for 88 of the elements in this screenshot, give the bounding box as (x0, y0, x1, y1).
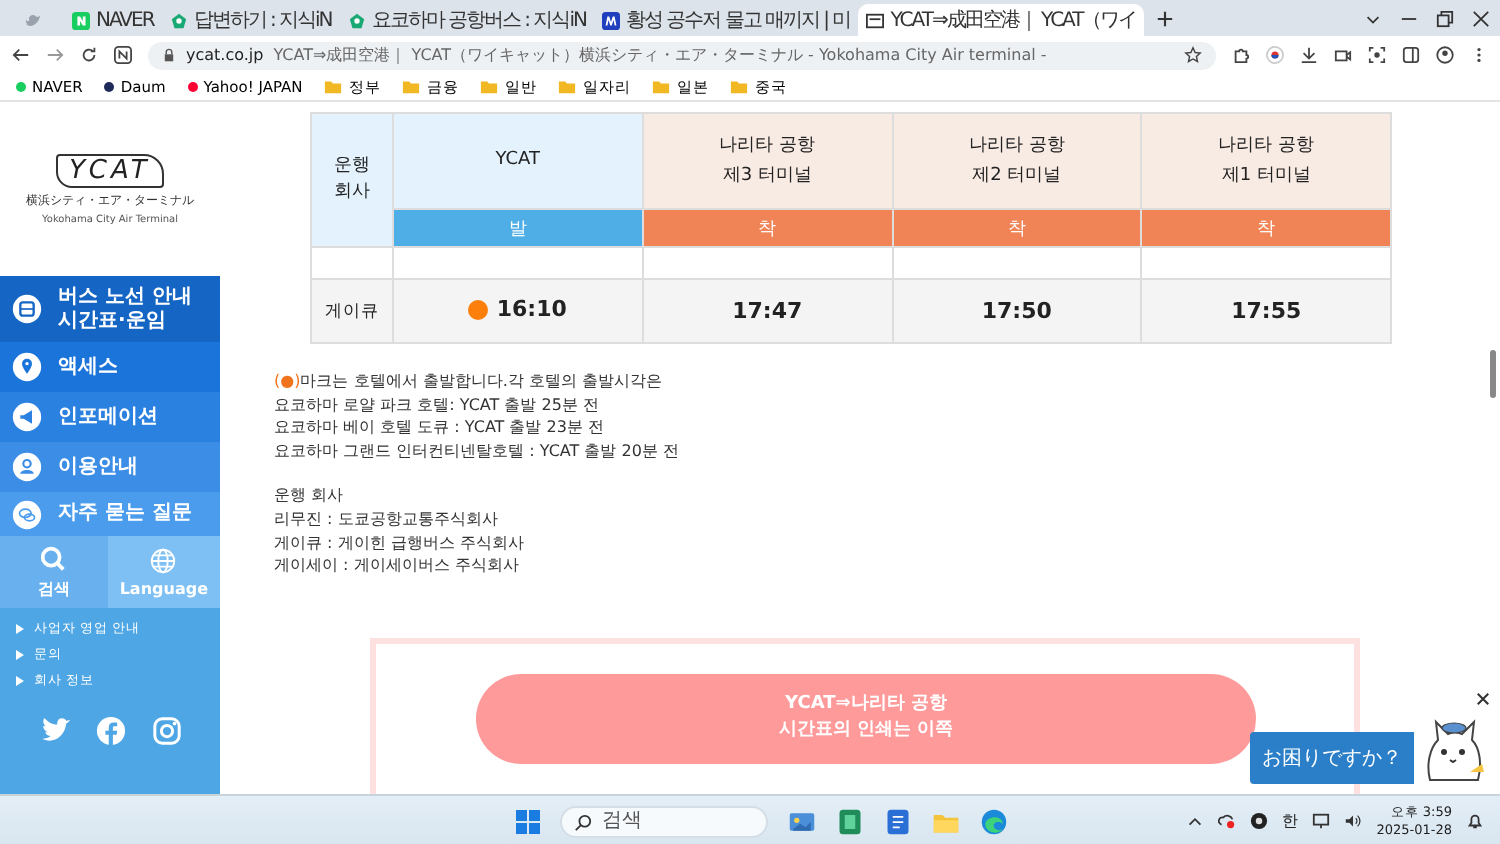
triangle-bullet-icon (16, 624, 24, 634)
bird-icon[interactable] (39, 716, 69, 746)
note-line: 게이세이 : 게이세이버스 주식회사 (274, 554, 521, 578)
folder-icon (324, 78, 343, 96)
folder-icon (558, 78, 577, 96)
puzzle-icon[interactable] (1232, 46, 1250, 64)
input-method-indicator[interactable]: 한 (1282, 810, 1299, 832)
instagram-icon[interactable] (151, 716, 181, 746)
document-icon[interactable] (884, 807, 912, 835)
person-icon (12, 452, 42, 482)
address-bar[interactable]: ycat.co.jp YCAT⇒成田空港｜ YCAT（ワイキャット）横浜シティ・エア・ターミナル - Yokohama City Air terminal - (148, 41, 1216, 69)
megaphone-icon (12, 402, 42, 432)
time-text: 17:47 (732, 298, 803, 324)
table-header: 나리타 공항 제2 터미널 (892, 113, 1142, 209)
note-line: (●)마크는 호텔에서 출발합니다.각 호텔의 출발시각은 (274, 370, 664, 394)
facebook-icon[interactable] (95, 716, 125, 746)
windows-start-icon[interactable] (516, 809, 540, 833)
bird-icon (23, 11, 41, 29)
folder-icon (480, 78, 499, 96)
download-icon[interactable] (1300, 46, 1318, 64)
time-text: 17:55 (1231, 298, 1302, 324)
note-line: 리무진 : 도쿄공항교통주식회사 (274, 507, 500, 532)
nav-menu-item[interactable]: 버스 노선 안내 시간표·운임 (0, 276, 220, 342)
close-icon[interactable] (1472, 9, 1490, 27)
url-domain: ycat.co.jp (186, 46, 264, 64)
bus-icon (12, 294, 42, 324)
forward-arrow-icon[interactable] (46, 46, 64, 64)
browser-tab[interactable]: 답변하기 : 지식iN (161, 4, 340, 36)
flag-icon[interactable] (1266, 46, 1284, 64)
triangle-bullet-icon (16, 676, 24, 686)
restore-icon[interactable] (1436, 9, 1454, 27)
table-header: 나리타 공항 제3 터미널 (642, 113, 892, 209)
browser-tab[interactable]: YCAT⇒成田空港｜ YCAT（ワイ (858, 4, 1145, 36)
column-subheader: 발 (393, 209, 643, 247)
nav-menu-item[interactable]: 인포메이션 (0, 392, 220, 442)
triangle-bullet-icon (16, 650, 24, 660)
globe-icon (148, 546, 179, 576)
side-panel-icon[interactable] (1402, 46, 1420, 64)
monitor-icon[interactable] (1312, 812, 1331, 830)
browser-tab[interactable]: 황성 공수저 물고 매끼지 | 미 (593, 4, 859, 36)
m-letter-icon (601, 11, 620, 29)
column-subheader: 착 (892, 209, 1142, 247)
folder-icon (652, 78, 671, 96)
scrollbar-thumb[interactable] (1490, 350, 1496, 398)
back-arrow-icon[interactable] (12, 46, 30, 64)
folder-icon (402, 78, 421, 96)
note-line: 운행 회사 (274, 484, 346, 508)
note-line: 요코하마 그랜드 인터컨티넨탈호텔 : YCAT 출발 20분 전 (274, 439, 681, 463)
table-header: 운행 회사 (311, 113, 393, 247)
chevron-up-icon[interactable] (1186, 812, 1205, 830)
picture-icon[interactable] (788, 807, 816, 835)
profile-icon[interactable] (1436, 46, 1454, 64)
note-line: 게이큐 : 게이힌 급행버스 주식회사 (274, 531, 526, 555)
table-header: 나리타 공항 제1 터미널 (1141, 113, 1391, 209)
record-icon[interactable] (1250, 812, 1269, 830)
close-icon[interactable] (1476, 692, 1490, 706)
note-line: 요코하마 로얄 파크 호텔: YCAT 출발 25분 전 (274, 393, 601, 417)
browser-tab[interactable]: NAVER (64, 4, 162, 36)
search-icon (574, 813, 592, 831)
bell-icon[interactable] (1466, 812, 1484, 830)
speaker-icon[interactable] (1344, 812, 1363, 830)
video-camera-icon[interactable] (1334, 46, 1352, 64)
help-chat-button[interactable]: お困りですか？ (1250, 732, 1414, 784)
site-info-icon[interactable] (162, 48, 176, 62)
taskbar-search-field[interactable]: 검색 (560, 805, 768, 837)
column-subheader: 착 (642, 209, 892, 247)
folder-icon (730, 78, 749, 96)
screenshot-icon[interactable] (1368, 46, 1386, 64)
table-header: YCAT (393, 113, 643, 209)
pin-icon (12, 352, 42, 382)
table-cell: 게이큐 (311, 279, 393, 343)
time-text: 17:50 (981, 298, 1052, 324)
column-subheader: 착 (1141, 209, 1391, 247)
nav-menu-item[interactable]: 액세스 (0, 342, 220, 392)
cloud-alert-icon[interactable] (1218, 812, 1237, 830)
spreadsheet-icon[interactable] (836, 807, 864, 835)
star-icon[interactable] (1184, 46, 1202, 64)
naver-n-icon (72, 11, 90, 29)
chat-icon (12, 499, 42, 529)
note-line: 요코하마 베이 호텔 도큐 : YCAT 출발 23분 전 (274, 416, 606, 440)
logo-wordmark: YCAT (55, 153, 165, 187)
browser-tab[interactable]: 요코하마 공항버스 : 지식iN (339, 4, 594, 36)
time-text: 16:10 (496, 296, 567, 323)
page-title: YCAT⇒成田空港｜ YCAT（ワイキャット）横浜シティ・エア・ターミナル - Yokohama City Air terminal - (273, 44, 1047, 66)
reload-icon[interactable] (80, 46, 98, 64)
browser-icon[interactable] (980, 807, 1008, 835)
n-letter-icon[interactable] (114, 46, 132, 64)
search-icon (38, 544, 69, 574)
